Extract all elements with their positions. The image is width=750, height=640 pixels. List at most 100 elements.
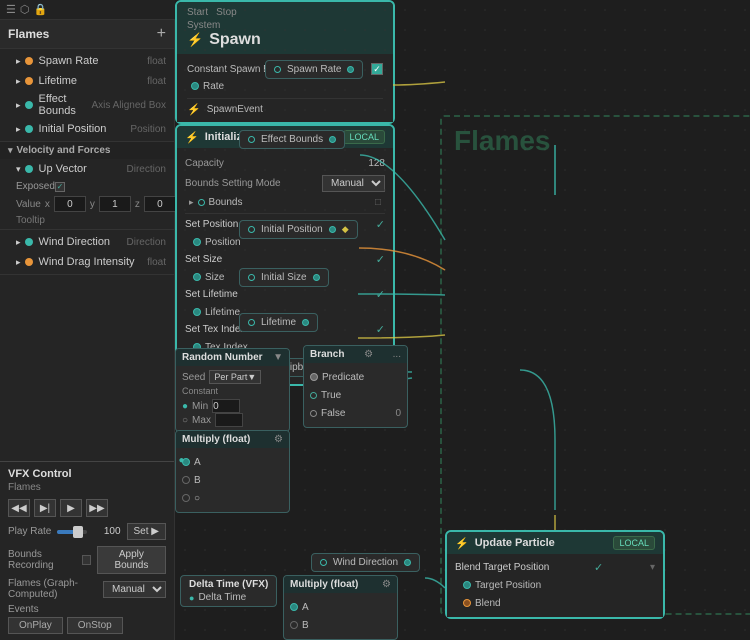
divider-1 [0, 229, 174, 230]
bounds-out-port[interactable] [248, 136, 255, 143]
param-row-wind-drag[interactable]: ▸ Wind Drag Intensity float [0, 252, 174, 272]
true-port[interactable] [310, 392, 317, 399]
bounds-mode-select[interactable]: Manual [322, 175, 385, 192]
transport-forward[interactable]: ▶▶ [86, 499, 108, 517]
apply-bounds-button[interactable]: Apply Bounds [97, 546, 166, 574]
bounds-method-select[interactable]: Manual [103, 581, 166, 598]
set-tex-check[interactable]: ✓ [376, 323, 385, 336]
predicate-port[interactable] [310, 373, 318, 381]
spawn-checkbox[interactable]: ✓ [371, 63, 383, 75]
init-size-out-port[interactable] [248, 274, 255, 281]
min-input[interactable] [212, 399, 240, 413]
value-z-input[interactable] [144, 196, 176, 212]
spawn-rate-in-port[interactable] [347, 66, 354, 73]
rate-in-port[interactable] [191, 82, 199, 90]
init-pos-out-port[interactable] [248, 226, 255, 233]
param-row-up-vector[interactable]: ▾ Up Vector Direction [0, 159, 174, 179]
delta-port[interactable]: ● [189, 593, 194, 603]
back-icon[interactable]: ⬡ [20, 3, 30, 16]
param-row-effect-bounds[interactable]: ▸ Effect Bounds Axis Aligned Box [0, 91, 174, 119]
param-row-lifetime[interactable]: ▸ Lifetime float [0, 71, 174, 91]
max-input[interactable] [215, 413, 243, 427]
true-row: True [310, 387, 401, 403]
multiply-2-header: Multiply (float) ⚙ [284, 576, 397, 593]
max-port[interactable]: ○ [182, 415, 188, 426]
spawn-rate-out-port[interactable] [274, 66, 281, 73]
wind-in-port[interactable] [404, 559, 411, 566]
divider-2 [0, 274, 174, 275]
set-lifetime-check[interactable]: ✓ [376, 288, 385, 301]
false-port[interactable] [310, 410, 317, 417]
onstop-button[interactable]: OnStop [67, 617, 123, 634]
canvas-area[interactable]: Flames Start Stop System ⚡ Spawn Constan… [175, 0, 750, 640]
set-button[interactable]: Set ▶ [127, 523, 166, 540]
exposed-check[interactable]: ✓ [55, 182, 65, 192]
branch-more[interactable]: ... [393, 349, 401, 360]
mult-b-port[interactable] [182, 476, 190, 484]
onplay-button[interactable]: OnPlay [8, 617, 63, 634]
value-x-input[interactable] [54, 196, 86, 212]
mult2-b-port[interactable] [290, 621, 298, 629]
expand-icon-6: ▸ [16, 237, 21, 248]
size-in-port[interactable]: ● [179, 455, 185, 466]
blend-expand[interactable]: ▾ [650, 562, 655, 573]
seed-button[interactable]: Per Part▼ [209, 370, 261, 384]
set-size-check[interactable]: ✓ [376, 253, 385, 266]
multiply-2-body: A B [284, 593, 397, 639]
mult2-a-label: A [302, 602, 391, 613]
blend-port-label: Blend [475, 598, 655, 609]
exposed-label: Exposed [16, 181, 55, 192]
left-top-bar: ☰ ⬡ 🔒 [0, 0, 175, 20]
pos-in-port[interactable] [193, 238, 201, 246]
lifetime-in-port[interactable] [193, 308, 201, 316]
flames-group-label: Flames [454, 125, 551, 157]
lock-icon: 🔒 [33, 3, 47, 16]
param-row-wind-dir[interactable]: ▸ Wind Direction Direction [0, 232, 174, 252]
set-position-check[interactable]: ✓ [376, 218, 385, 231]
random-more[interactable]: ▼ [273, 352, 283, 363]
blend-check[interactable]: ✓ [594, 561, 603, 574]
bounds-node-in-port[interactable] [329, 136, 336, 143]
param-row-init-pos[interactable]: ▸ Initial Position Position [0, 119, 174, 139]
param-row-spawn-rate[interactable]: ▸ Spawn Rate float [0, 51, 174, 71]
multiply-1-settings[interactable]: ⚙ [274, 434, 283, 445]
set-size-row: Set Size ✓ [185, 252, 385, 267]
play-rate-slider[interactable] [57, 530, 86, 534]
min-port[interactable]: ● [182, 401, 188, 412]
value-y-input[interactable] [99, 196, 131, 212]
lifetime-label: Lifetime [39, 75, 148, 87]
target-in-port[interactable] [463, 581, 471, 589]
expand-bounds[interactable]: ▸ [189, 197, 194, 208]
bounds-in-port[interactable] [198, 199, 205, 206]
y-label: y [90, 199, 95, 210]
multiply-2-settings[interactable]: ⚙ [382, 579, 391, 590]
transport-step-back[interactable]: ▶| [34, 499, 56, 517]
multiply-1-body: A B ○ [176, 448, 289, 512]
blend-in-port[interactable] [463, 599, 471, 607]
size-in-port[interactable] [193, 273, 201, 281]
init-size-in-port[interactable] [313, 274, 320, 281]
set-position-label: Set Position [185, 219, 238, 230]
wind-out-port[interactable] [320, 559, 327, 566]
init-lightning: ⚡ [185, 131, 199, 144]
wind-dir-type: Direction [127, 237, 166, 248]
panel-title: Flames [8, 27, 49, 41]
value-row: Value x y z [0, 194, 174, 214]
wind-dir-dot [25, 238, 33, 246]
menu-icon[interactable]: ☰ [6, 3, 16, 16]
mult2-a-port[interactable] [290, 603, 298, 611]
transport-play[interactable]: ▶ [60, 499, 82, 517]
lifetime-node-in-port[interactable] [302, 319, 309, 326]
mult-out-port[interactable] [182, 494, 190, 502]
wind-dir-label: Wind Direction [39, 236, 127, 248]
transport-rewind[interactable]: ◀◀ [8, 499, 30, 517]
add-param-button[interactable]: + [157, 26, 166, 42]
spawn-event-label: SpawnEvent [207, 104, 263, 115]
play-rate-value: 100 [93, 526, 121, 537]
branch-settings[interactable]: ⚙ [364, 349, 373, 360]
init-pos-in-port[interactable] [329, 226, 336, 233]
bounds-mode-row: Bounds Setting Mode Manual [185, 174, 385, 192]
bounds-record-checkbox[interactable] [82, 555, 91, 565]
exposed-row: Exposed ✓ [0, 179, 174, 194]
lifetime-out-port[interactable] [248, 319, 255, 326]
